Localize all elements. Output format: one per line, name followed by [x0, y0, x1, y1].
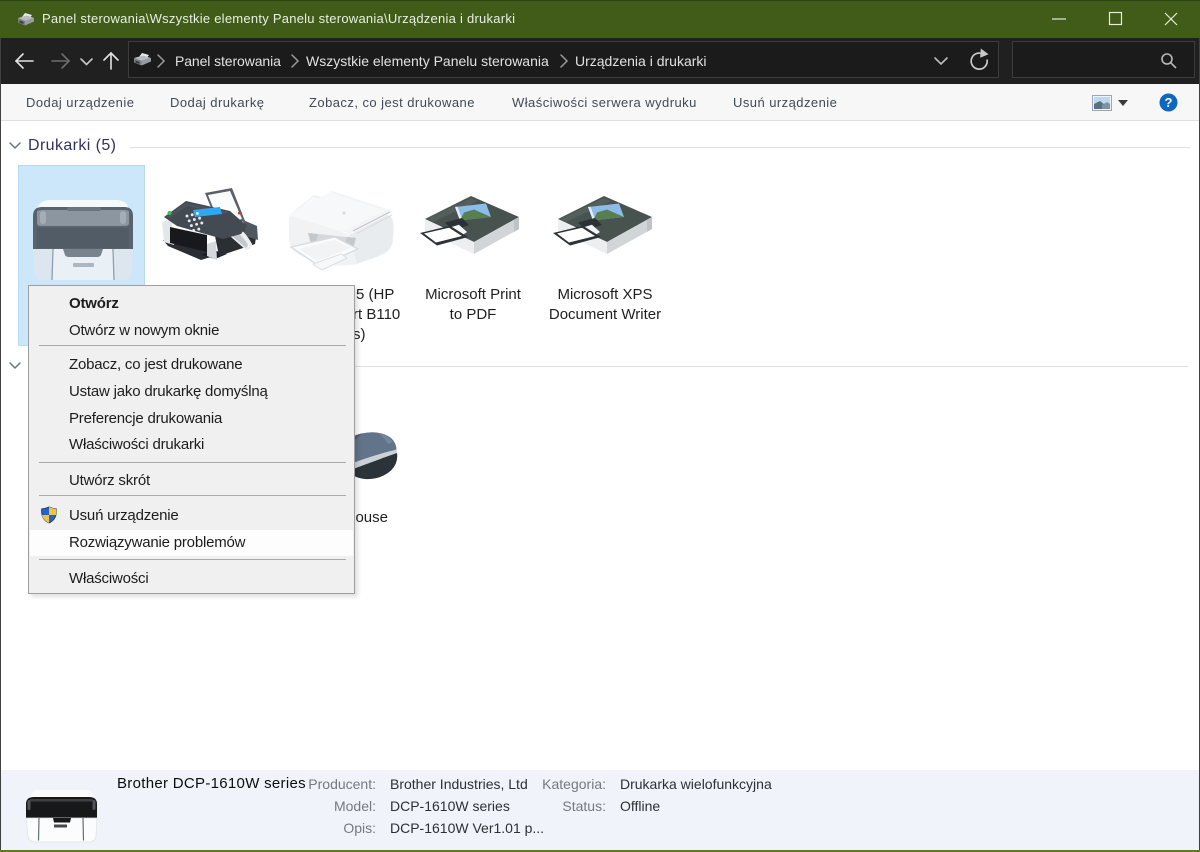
svg-text:?: ?: [1165, 95, 1173, 110]
